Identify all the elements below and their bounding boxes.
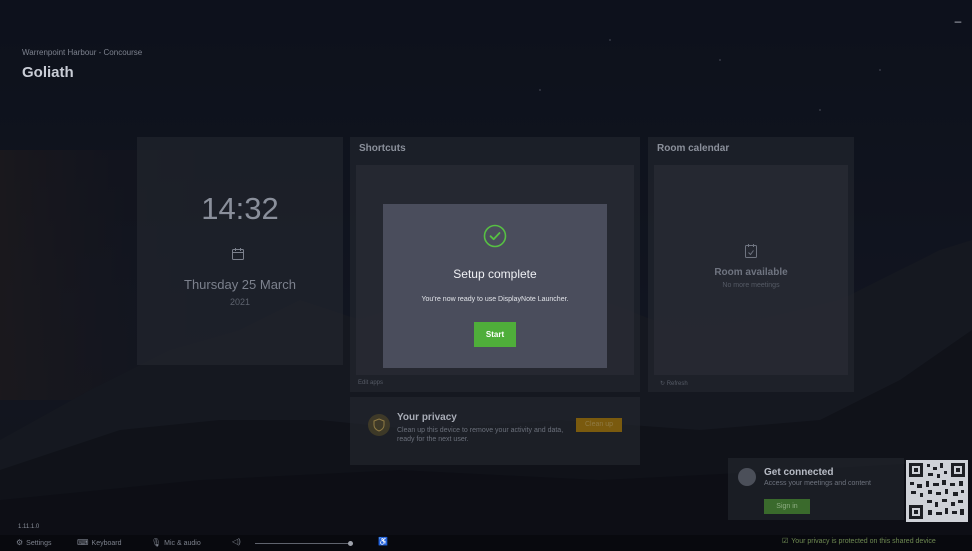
shortcuts-title: Shortcuts bbox=[359, 143, 406, 154]
get-connected-title: Get connected bbox=[764, 467, 834, 478]
dialog-title: Setup complete bbox=[453, 267, 537, 281]
setup-complete-dialog: Setup complete You're now ready to use D… bbox=[383, 204, 607, 368]
privacy-body: Clean up this device to remove your acti… bbox=[397, 427, 564, 443]
clock-time: 14:32 bbox=[201, 191, 279, 226]
shield-icon bbox=[368, 414, 390, 436]
get-connected-panel: Get connected Access your meetings and c… bbox=[728, 458, 904, 520]
calendar-icon bbox=[232, 248, 244, 260]
qr-code[interactable] bbox=[906, 460, 968, 522]
clock-panel: 14:32 Thursday 25 March 2021 bbox=[137, 137, 343, 365]
microphone-icon: 🎙 bbox=[151, 538, 162, 547]
sign-in-button[interactable]: Sign in bbox=[764, 499, 810, 514]
privacy-title: Your privacy bbox=[397, 412, 457, 423]
keyboard-button[interactable]: ⌨ Keyboard bbox=[77, 537, 122, 549]
keyboard-label: Keyboard bbox=[91, 540, 122, 547]
clean-up-button[interactable]: Clean up bbox=[576, 418, 622, 432]
minimize-icon[interactable]: – bbox=[950, 14, 966, 28]
privacy-panel: Your privacy Clean up this device to rem… bbox=[350, 397, 640, 465]
start-button[interactable]: Start bbox=[474, 322, 516, 347]
refresh-icon: ↻ bbox=[660, 381, 667, 387]
version-label: 1.11.1.0 bbox=[18, 524, 40, 530]
room-calendar-title: Room calendar bbox=[657, 143, 730, 154]
settings-label: Settings bbox=[26, 540, 52, 547]
edit-apps-link[interactable]: Edit apps bbox=[358, 380, 383, 386]
volume-slider-track[interactable] bbox=[255, 543, 353, 544]
mic-audio-button[interactable]: 🎙 Mic & audio bbox=[151, 537, 201, 549]
refresh-link[interactable]: ↻ Refresh bbox=[660, 380, 688, 387]
calendar-check-icon bbox=[745, 244, 757, 258]
room-name: Goliath bbox=[22, 64, 74, 81]
keyboard-icon: ⌨ bbox=[77, 538, 89, 547]
bottom-bar: ⚙ Settings ⌨ Keyboard 🎙 Mic & audio ◁) ♿ ☑ Y… bbox=[0, 535, 972, 551]
get-connected-subtitle: Access your meetings and content bbox=[764, 480, 872, 487]
refresh-label: Refresh bbox=[666, 381, 688, 387]
user-avatar-icon bbox=[738, 468, 756, 486]
privacy-note: ☑ Your privacy is protected on this share… bbox=[782, 537, 936, 545]
volume-slider-handle[interactable] bbox=[347, 541, 353, 546]
mic-audio-label: Mic & audio bbox=[164, 540, 201, 547]
location-label: Warrenpoint Harbour - Concourse bbox=[22, 48, 143, 57]
check-icon: ☑ bbox=[782, 538, 789, 545]
privacy-note-label: Your privacy is protected on this shared… bbox=[791, 538, 936, 545]
accessibility-icon[interactable]: ♿ bbox=[378, 537, 388, 546]
room-calendar-area: Room available No more meetings bbox=[654, 165, 848, 375]
clock-date: Thursday 25 March bbox=[184, 277, 296, 292]
volume-icon[interactable]: ◁) bbox=[232, 537, 241, 546]
room-status-subtitle: No more meetings bbox=[722, 282, 780, 289]
room-calendar-panel: Room calendar Room available No more mee… bbox=[648, 137, 854, 392]
room-status: Room available bbox=[714, 267, 788, 278]
dialog-message: You're now ready to use DisplayNote Laun… bbox=[421, 296, 569, 303]
gear-icon: ⚙ bbox=[16, 538, 24, 547]
settings-button[interactable]: ⚙ Settings bbox=[16, 537, 51, 549]
check-circle-icon bbox=[483, 224, 507, 248]
clock-year: 2021 bbox=[229, 297, 251, 307]
